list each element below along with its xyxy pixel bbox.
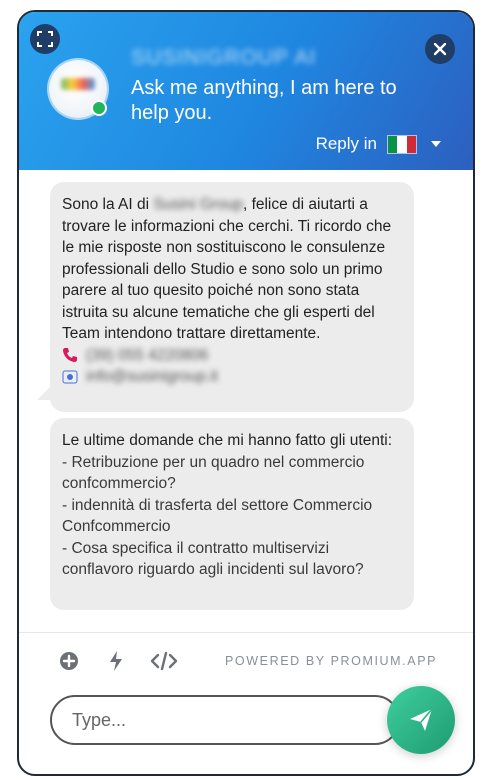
assistant-name: SUSINIGROUP AI [131,46,317,69]
chat-header: SUSINIGROUP AI Ask me anything, I am her… [19,12,473,170]
expand-icon [37,31,53,47]
quick-actions-button[interactable] [104,649,128,673]
chat-widget: SUSINIGROUP AI Ask me anything, I am her… [17,10,475,776]
assistant-message: Le ultime domande che mi hanno fatto gli… [50,418,414,610]
message-list[interactable]: Sono la AI di Susini Group, felice di ai… [19,170,473,628]
embed-code-button[interactable] [149,649,179,673]
bubble-tail [37,386,51,400]
company-name: Susini Group [153,196,243,213]
suggested-question[interactable]: - Retribuzione per un quadro nel commerc… [62,452,402,495]
suggested-question[interactable]: - Cosa specifica il contratto multiservi… [62,538,402,581]
company-logo [61,78,95,90]
lightning-icon [110,651,122,671]
plus-circle-icon [60,652,78,670]
email-address: info@susinigroup.it [86,368,219,385]
language-selector[interactable]: Reply in [316,134,441,154]
message-text: Sono la AI di Susini Group, felice di ai… [62,196,392,342]
message-input-wrapper [50,695,400,745]
email-icon [62,370,78,384]
close-button[interactable] [425,34,455,64]
paper-plane-icon [410,708,433,731]
phone-number: (39) 055 4220806 [86,346,209,364]
powered-by-label[interactable]: POWERED BY PROMIUM.APP [225,654,437,668]
message-input[interactable] [52,697,398,743]
assistant-tagline: Ask me anything, I am here to help you. [131,77,397,124]
italy-flag-icon [387,134,417,154]
expand-button[interactable] [30,24,60,54]
online-status-indicator [91,100,107,116]
reply-in-label: Reply in [315,134,377,153]
assistant-message: Sono la AI di Susini Group, felice di ai… [50,182,414,412]
send-button[interactable] [387,686,455,754]
contact-email[interactable]: info@susinigroup.it [62,366,402,388]
phone-icon [63,348,77,363]
recent-questions-intro: Le ultime domande che mi hanno fatto gli… [62,432,393,449]
add-attachment-button[interactable] [57,649,81,673]
code-icon [150,651,178,671]
chevron-down-icon [431,141,441,147]
suggested-question[interactable]: - indennità di trasferta del settore Com… [62,495,402,538]
close-icon [433,42,447,56]
contact-phone[interactable]: (39) 055 4220806 [62,345,402,367]
